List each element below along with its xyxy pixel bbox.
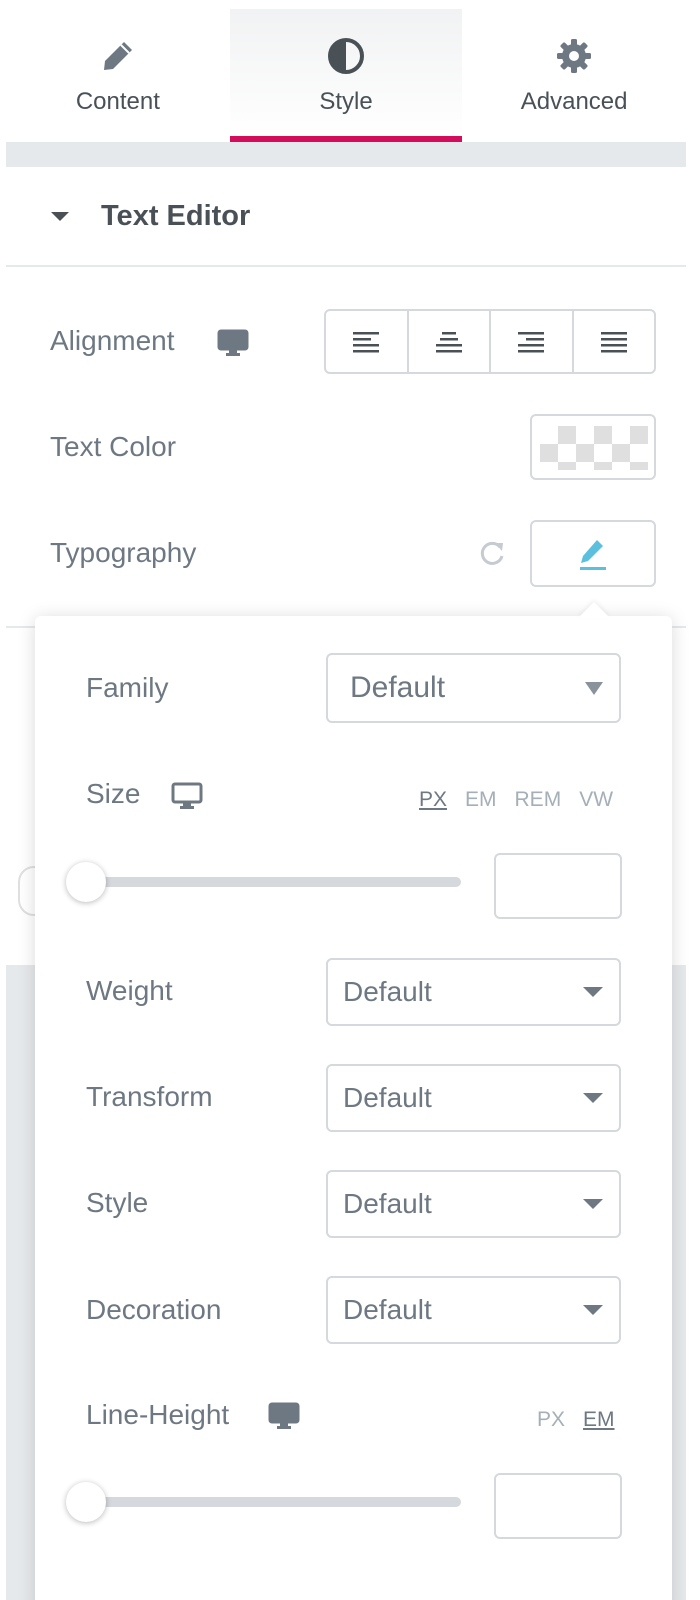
reset-icon[interactable] (478, 538, 508, 568)
tab-advanced[interactable]: Advanced (462, 0, 686, 142)
style-select-value: Default (343, 1188, 432, 1219)
responsive-desktop-icon[interactable] (217, 329, 249, 362)
text-color-picker[interactable] (530, 414, 656, 480)
dropdown-arrow-icon (583, 987, 603, 997)
family-select[interactable]: Default (326, 653, 621, 723)
family-select-value: Default (350, 671, 446, 704)
responsive-desktop-icon[interactable] (171, 782, 203, 815)
transform-select-value: Default (343, 1082, 432, 1113)
unit-em[interactable]: EM (583, 1408, 615, 1432)
weight-select-value: Default (343, 976, 432, 1007)
section-separator (6, 142, 686, 167)
section-title: Text Editor (101, 199, 251, 232)
tab-label: Style (319, 88, 373, 115)
style-select[interactable]: Default (326, 1170, 621, 1238)
unit-em[interactable]: EM (465, 788, 497, 812)
typography-popover: Family Default Size PX EM REM VW Weight … (35, 616, 672, 1600)
unit-px[interactable]: PX (419, 788, 447, 812)
dropdown-arrow-icon (583, 1305, 603, 1315)
editor-panel: Content Style Advanced Text Editor Align… (0, 0, 700, 1600)
size-slider-handle[interactable] (66, 862, 106, 902)
popover-arrow (578, 602, 610, 618)
text-color-label: Text Color (50, 431, 177, 462)
dropdown-arrow-icon (583, 1093, 603, 1103)
line-height-label: Line-Height (86, 1399, 230, 1430)
align-left-button[interactable] (326, 311, 409, 372)
align-right-icon (518, 331, 545, 352)
line-height-unit-switcher: PX EM (537, 1408, 615, 1432)
tab-content[interactable]: Content (6, 0, 230, 142)
weight-label: Weight (86, 975, 173, 1006)
align-center-button[interactable] (409, 311, 491, 372)
contrast-icon (327, 36, 365, 76)
family-label: Family (86, 672, 169, 703)
tab-style[interactable]: Style (229, 9, 463, 142)
unit-px[interactable]: PX (537, 1408, 565, 1432)
tab-label: Advanced (520, 88, 628, 115)
caret-down-icon (51, 211, 69, 221)
line-height-number-input[interactable] (494, 1473, 622, 1539)
size-slider-track[interactable] (85, 877, 461, 887)
align-justify-button[interactable] (574, 311, 655, 372)
decoration-select[interactable]: Default (326, 1276, 621, 1344)
weight-select[interactable]: Default (326, 958, 621, 1026)
line-height-slider-track[interactable] (85, 1497, 461, 1507)
alignment-button-group (324, 309, 656, 374)
line-height-slider-handle[interactable] (66, 1482, 106, 1522)
alignment-label: Alignment (50, 325, 175, 356)
align-left-icon (353, 331, 380, 352)
decoration-select-value: Default (343, 1294, 432, 1325)
align-right-button[interactable] (491, 311, 574, 372)
tab-label: Content (75, 88, 160, 115)
typography-label: Typography (50, 537, 197, 568)
section-header[interactable]: Text Editor (6, 167, 686, 267)
style-label: Style (86, 1187, 149, 1218)
align-center-icon (435, 331, 462, 352)
typography-edit-button[interactable] (530, 520, 656, 587)
size-number-input[interactable] (494, 853, 622, 919)
panel-tabs: Content Style Advanced (6, 0, 686, 142)
transform-select[interactable]: Default (326, 1064, 621, 1132)
responsive-desktop-icon[interactable] (268, 1402, 300, 1435)
transparent-swatch (540, 426, 648, 470)
decoration-label: Decoration (86, 1294, 222, 1325)
pencil-icon (100, 36, 136, 76)
dropdown-arrow-icon (585, 682, 603, 695)
size-label: Size (86, 778, 141, 809)
pencil-icon (580, 539, 606, 570)
gear-icon (555, 36, 593, 76)
unit-vw[interactable]: VW (579, 788, 613, 812)
size-unit-switcher: PX EM REM VW (419, 788, 613, 812)
unit-rem[interactable]: REM (515, 788, 562, 812)
dropdown-arrow-icon (583, 1199, 603, 1209)
align-justify-icon (600, 331, 627, 352)
transform-label: Transform (86, 1081, 213, 1112)
